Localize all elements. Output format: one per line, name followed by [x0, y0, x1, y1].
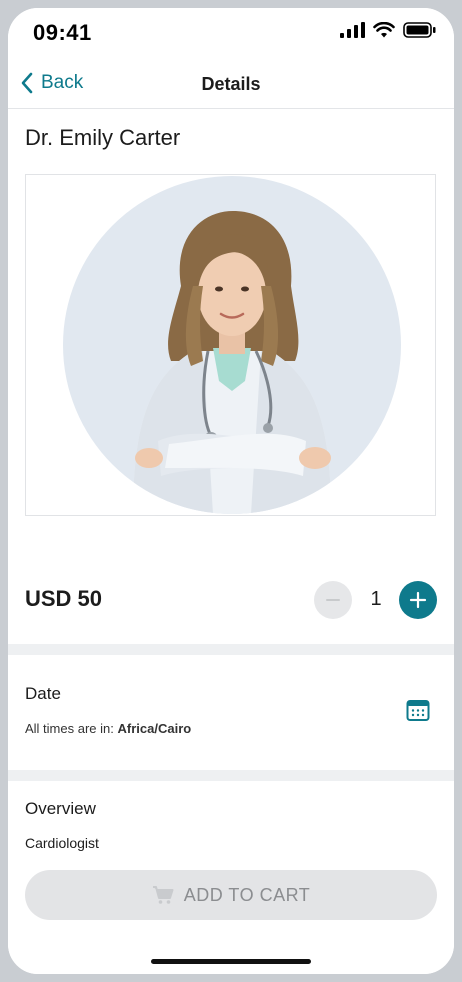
quantity-decrement-button[interactable] — [314, 581, 352, 619]
wifi-icon — [373, 22, 395, 38]
home-indicator[interactable] — [151, 959, 311, 964]
battery-icon — [403, 22, 436, 38]
section-divider — [8, 770, 454, 781]
nav-bar: Back Details — [8, 66, 454, 109]
status-icons — [340, 22, 436, 38]
calendar-button[interactable] — [406, 698, 434, 726]
doctor-photo — [63, 176, 401, 514]
date-section-title: Date — [25, 684, 61, 703]
doctor-name: Dr. Emily Carter — [25, 125, 181, 150]
page-title: Details — [201, 74, 261, 94]
add-to-cart-button[interactable]: ADD TO CART — [25, 870, 437, 920]
doctor-portrait-image — [133, 211, 331, 514]
status-bar: 09:41 — [8, 8, 454, 58]
overview-text: Cardiologist — [25, 835, 99, 851]
timezone-value: Africa/Cairo — [117, 721, 192, 736]
plus-icon — [409, 591, 427, 609]
quantity-increment-button[interactable] — [399, 581, 437, 619]
calendar-icon — [406, 700, 430, 721]
quantity-value: 1 — [370, 588, 382, 610]
phone-frame: 09:41 Back Details Dr. Emily Carter USD … — [0, 0, 462, 982]
signal-icon — [340, 22, 365, 38]
overview-title: Overview — [25, 799, 96, 818]
add-to-cart-label: ADD TO CART — [183, 884, 311, 905]
price-label: USD 50 — [25, 586, 103, 611]
status-time: 09:41 — [33, 20, 92, 45]
cart-icon — [152, 886, 174, 904]
doctor-photo-card — [25, 174, 436, 516]
section-divider — [8, 644, 454, 655]
minus-icon — [326, 599, 340, 601]
timezone-prefix: All times are in: — [25, 721, 114, 736]
timezone-info: All times are in: Africa/Cairo — [25, 721, 191, 736]
screen: 09:41 Back Details Dr. Emily Carter USD … — [8, 8, 454, 974]
